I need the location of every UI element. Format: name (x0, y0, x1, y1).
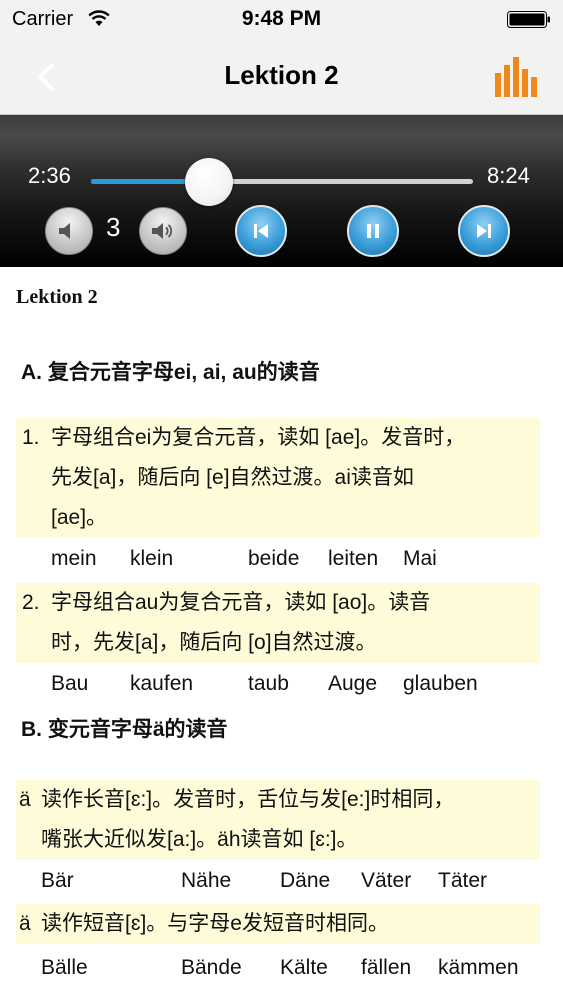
total-time: 8:24 (487, 163, 530, 188)
progress-slider-thumb[interactable] (185, 158, 233, 206)
example-word: Bälle (41, 956, 88, 979)
next-track-button[interactable] (458, 205, 510, 257)
speaker-low-icon (59, 223, 70, 239)
section-heading-b: B. 变元音字母ä的读音 (21, 718, 228, 741)
example-word: Väter (361, 869, 412, 892)
item-text-line: 读作短音[ɛ]。与字母e发短音时相同。 (41, 912, 389, 935)
example-word: Däne (280, 869, 331, 892)
page-title: Lektion 2 (224, 60, 339, 90)
item-text-line: 字母组合au为复合元音，读如 [ao]。读音 (51, 591, 431, 614)
example-word: Kälte (280, 956, 328, 979)
battery-icon (507, 11, 550, 28)
example-word: kaufen (130, 672, 194, 695)
volume-down-button[interactable] (45, 207, 93, 255)
skip-previous-icon (254, 224, 268, 238)
example-word: Nähe (181, 869, 232, 892)
example-word: mein (51, 547, 97, 570)
example-word: Bände (181, 956, 242, 979)
item-text-line: 读作长音[ɛ:]。发音时，舌位与发[e:]时相同， (41, 788, 455, 811)
example-word: glauben (403, 672, 478, 695)
volume-up-button[interactable] (139, 207, 187, 255)
item-number: 1. (22, 426, 40, 449)
example-word: klein (130, 547, 174, 570)
speaker-high-icon (152, 223, 173, 239)
item-number: 2. (22, 591, 40, 614)
item-text-line: 字母组合ei为复合元音，读如 [ae]。发音时， (51, 426, 466, 449)
navigation-bar: Lektion 2 (0, 40, 563, 115)
example-word: Bau (51, 672, 89, 695)
example-word: Bär (41, 869, 74, 892)
example-word: leiten (328, 547, 379, 570)
document-title: Lektion 2 (16, 286, 98, 308)
example-word: beide (248, 547, 300, 570)
skip-next-icon (477, 224, 491, 238)
progress-slider[interactable] (91, 179, 473, 184)
lesson-content: Lektion 2 A. 复合元音字母ei, ai, au的读音 1. 字母组合… (0, 268, 563, 1000)
example-word: Auge (328, 672, 378, 695)
equalizer-icon[interactable] (495, 57, 537, 97)
item-text-line: 先发[a]，随后向 [e]自然过渡。ai读音如 (51, 466, 414, 489)
example-word: kämmen (438, 956, 519, 979)
item-number: ä (19, 912, 31, 935)
status-bar: Carrier 9:48 PM (0, 0, 563, 40)
pause-button[interactable] (347, 205, 399, 257)
item-text-line: 嘴张大近似发[a:]。äh读音如 [ɛ:]。 (41, 828, 358, 851)
item-number: ä (19, 788, 31, 811)
example-word: Mai (403, 547, 437, 570)
audio-player: 2:36 8:24 3 (0, 115, 563, 267)
section-heading-a: A. 复合元音字母ei, ai, au的读音 (21, 361, 320, 384)
pause-icon (367, 224, 379, 238)
volume-level: 3 (106, 212, 121, 242)
previous-track-button[interactable] (235, 205, 287, 257)
example-word: taub (248, 672, 289, 695)
status-time: 9:48 PM (241, 7, 322, 30)
current-time: 2:36 (28, 163, 71, 188)
item-text-line: [ae]。 (51, 506, 108, 529)
item-text-line: 时，先发[a]，随后向 [o]自然过渡。 (51, 631, 377, 654)
example-word: Täter (438, 869, 488, 892)
example-word: fällen (361, 956, 412, 979)
